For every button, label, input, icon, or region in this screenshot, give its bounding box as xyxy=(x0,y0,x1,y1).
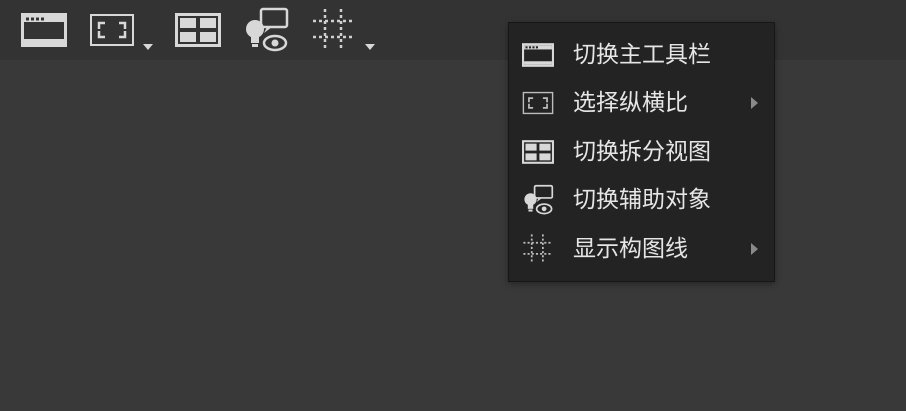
menu-item-label: 切换主工具栏 xyxy=(573,42,711,68)
helpers-visibility-icon xyxy=(246,7,289,52)
composition-grid-button[interactable] xyxy=(310,6,358,54)
aspect-ratio-button[interactable] xyxy=(88,6,136,54)
toggle-main-toolbar-button[interactable] xyxy=(20,6,68,54)
toolbar-window-icon xyxy=(21,13,67,47)
menu-item-toggle-helpers[interactable]: 切换辅助对象 xyxy=(509,177,774,223)
toggle-helpers-button[interactable] xyxy=(240,6,292,54)
toolbar-window-icon xyxy=(521,39,555,71)
menu-item-label: 切换拆分视图 xyxy=(573,139,711,165)
menu-item-toggle-split-view[interactable]: 切换拆分视图 xyxy=(509,129,774,175)
submenu-arrow-icon xyxy=(751,243,758,255)
aspect-ratio-icon xyxy=(521,87,555,119)
viewport-options-menu: 切换主工具栏 选择纵横比 切换拆分视图 切换辅助对象 显示构图线 xyxy=(508,22,775,282)
menu-item-label: 选择纵横比 xyxy=(573,90,688,116)
menu-item-label: 显示构图线 xyxy=(573,236,688,262)
composition-grid-dropdown-arrow-icon[interactable] xyxy=(365,44,375,50)
aspect-ratio-dropdown-arrow-icon[interactable] xyxy=(143,44,153,50)
aspect-ratio-icon xyxy=(90,14,134,46)
helpers-visibility-icon xyxy=(521,184,555,216)
submenu-arrow-icon xyxy=(751,97,758,109)
toggle-split-view-button[interactable] xyxy=(174,6,222,54)
menu-item-toggle-main-toolbar[interactable]: 切换主工具栏 xyxy=(509,32,774,78)
composition-grid-icon xyxy=(313,9,355,51)
menu-item-select-aspect-ratio[interactable]: 选择纵横比 xyxy=(509,80,774,126)
composition-grid-icon xyxy=(521,233,555,265)
split-view-icon xyxy=(521,136,555,168)
split-view-icon xyxy=(175,13,221,47)
menu-item-label: 切换辅助对象 xyxy=(573,187,711,213)
menu-item-show-composition-lines[interactable]: 显示构图线 xyxy=(509,226,774,272)
